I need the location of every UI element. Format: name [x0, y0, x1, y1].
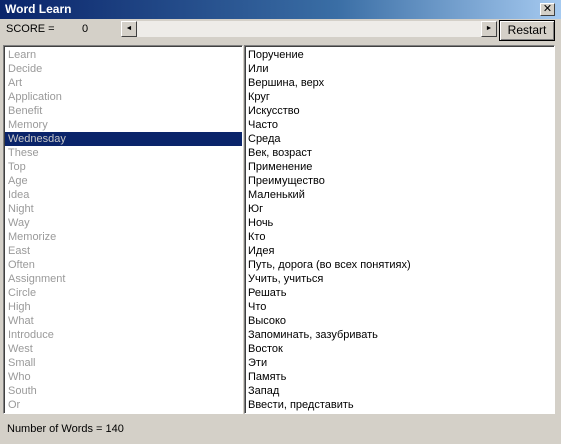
arrow-left-icon: ◄	[125, 25, 133, 32]
russian-word-item[interactable]: Век, возраст	[245, 146, 554, 160]
english-word-item[interactable]: Wednesday	[5, 132, 242, 146]
russian-word-item[interactable]: Ввести, представить	[245, 398, 554, 412]
english-word-item[interactable]: Introduce	[5, 328, 242, 342]
word-scrollbar[interactable]: ◄ ►	[121, 21, 497, 37]
russian-translation-list[interactable]: Поручение Или Вершина, верх Круг Искусство Ча…	[244, 45, 555, 414]
window-title: Word Learn	[5, 2, 72, 16]
russian-word-item[interactable]: Вершина, верх	[245, 76, 554, 90]
russian-word-item[interactable]: Кто	[245, 230, 554, 244]
english-word-item[interactable]: Small	[5, 356, 242, 370]
russian-word-item[interactable]: Эти	[245, 356, 554, 370]
restart-button[interactable]: Restart	[499, 20, 555, 41]
russian-word-item[interactable]: Восток	[245, 342, 554, 356]
english-word-item[interactable]: High	[5, 300, 242, 314]
scroll-right-button[interactable]: ►	[481, 21, 497, 37]
english-word-item[interactable]: Memory	[5, 118, 242, 132]
close-button[interactable]: ✕	[540, 3, 555, 16]
english-word-item[interactable]: Assignment	[5, 272, 242, 286]
english-word-item[interactable]: Way	[5, 216, 242, 230]
russian-word-item[interactable]: Ночь	[245, 216, 554, 230]
russian-word-item[interactable]: Идея	[245, 244, 554, 258]
russian-word-item[interactable]: Часто	[245, 118, 554, 132]
english-word-item[interactable]: Night	[5, 202, 242, 216]
english-word-item[interactable]: Learn	[5, 48, 242, 62]
russian-word-item[interactable]: Путь, дорога (во всех понятиях)	[245, 258, 554, 272]
english-word-item[interactable]: East	[5, 244, 242, 258]
russian-word-item[interactable]: Запад	[245, 384, 554, 398]
app-window: Word Learn ✕ SCORE = 0 ◄ ► Restart Learn…	[0, 0, 561, 444]
title-bar[interactable]: Word Learn ✕	[0, 0, 561, 19]
russian-word-item[interactable]: Круг	[245, 90, 554, 104]
russian-word-item[interactable]: Память	[245, 370, 554, 384]
russian-word-item[interactable]: Искусство	[245, 104, 554, 118]
russian-word-item[interactable]: Применение	[245, 160, 554, 174]
english-word-item[interactable]: These	[5, 146, 242, 160]
russian-word-item[interactable]: Преимущество	[245, 174, 554, 188]
russian-word-item[interactable]: Или	[245, 62, 554, 76]
russian-word-item[interactable]: Юг	[245, 202, 554, 216]
close-icon: ✕	[542, 3, 553, 15]
english-word-item[interactable]: Often	[5, 258, 242, 272]
russian-word-item[interactable]: Учить, учиться	[245, 272, 554, 286]
english-word-item[interactable]: Decide	[5, 62, 242, 76]
russian-word-item[interactable]: Запоминать, зазубривать	[245, 328, 554, 342]
english-word-item[interactable]: Or	[5, 398, 242, 412]
english-word-item[interactable]: What	[5, 314, 242, 328]
english-word-item[interactable]: Benefit	[5, 104, 242, 118]
english-word-item[interactable]: Age	[5, 174, 242, 188]
scrollbar-track[interactable]	[121, 21, 497, 37]
english-word-item[interactable]: South	[5, 384, 242, 398]
english-word-item[interactable]: Idea	[5, 188, 242, 202]
english-word-item[interactable]: Circle	[5, 286, 242, 300]
english-word-item[interactable]: Top	[5, 160, 242, 174]
english-word-item[interactable]: West	[5, 342, 242, 356]
score-value: 0	[82, 23, 89, 35]
english-word-item[interactable]: Memorize	[5, 230, 242, 244]
russian-word-item[interactable]: Высоко	[245, 314, 554, 328]
word-count-status: Number of Words = 140	[7, 423, 124, 435]
russian-word-item[interactable]: Среда	[245, 132, 554, 146]
russian-word-item[interactable]: Поручение	[245, 48, 554, 62]
score-label: SCORE =	[6, 23, 55, 35]
english-word-list[interactable]: Learn Decide Art Application Benefit Memory We…	[3, 45, 243, 414]
russian-word-item[interactable]: Решать	[245, 286, 554, 300]
russian-word-item[interactable]: Маленький	[245, 188, 554, 202]
english-word-item[interactable]: Art	[5, 76, 242, 90]
english-word-item[interactable]: Application	[5, 90, 242, 104]
scroll-left-button[interactable]: ◄	[121, 21, 137, 37]
english-word-item[interactable]: Who	[5, 370, 242, 384]
russian-word-item[interactable]: Что	[245, 300, 554, 314]
arrow-right-icon: ►	[485, 25, 493, 32]
